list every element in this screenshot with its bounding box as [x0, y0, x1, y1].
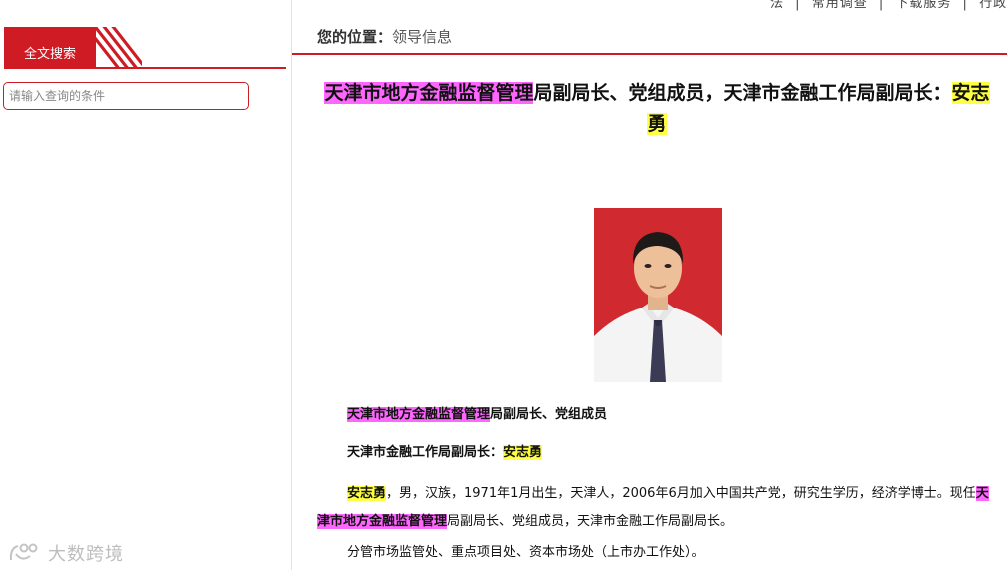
bio-text-2: 局副局长、党组成员，天津市金融工作局副局长。 [447, 514, 734, 529]
bio-paragraph: 安志勇，男，汉族，1971年1月出生，天津人，2006年6月加入中国共产党，研究… [317, 480, 997, 536]
tab-stripes-decoration [79, 27, 142, 67]
breadcrumb: 您的位置：领导信息 [317, 26, 452, 47]
title-text: 局副局长、党组成员，天津市金融工作局副局长： [533, 82, 952, 104]
role1-highlight-org: 天津市地方金融监督管理 [347, 407, 491, 422]
sidebar: 全文搜索 大数跨境 [0, 0, 292, 570]
watermark-logo-icon [9, 543, 38, 561]
article-title: 天津市地方金融监督管理局副局长、党组成员，天津市金融工作局副局长：安志勇 [322, 78, 992, 140]
role1-text: 局副局长、党组成员 [490, 407, 608, 422]
role2-highlight-name: 安志勇 [503, 445, 543, 460]
role-line-2: 天津市金融工作局副局长：安志勇 [347, 443, 543, 463]
fulltext-search-tab[interactable]: 全文搜索 [4, 27, 142, 67]
watermark: 大数跨境 [8, 540, 124, 566]
duties-paragraph: 分管市场监管处、重点项目处、资本市场处（上市办工作处）。 [347, 545, 705, 560]
role-line-1: 天津市地方金融监督管理局副局长、党组成员 [347, 405, 607, 425]
bio-text-1: ，男，汉族，1971年1月出生，天津人，2006年6月加入中国共产党，研究生学历… [386, 486, 976, 501]
watermark-text: 大数跨境 [48, 544, 124, 565]
breadcrumb-label: 您的位置： [317, 28, 393, 46]
search-input[interactable] [3, 82, 249, 110]
role2-text: 天津市金融工作局副局长： [347, 445, 504, 460]
main-content: 您的位置：领导信息 天津市地方金融监督管理局副局长、党组成员，天津市金融工作局副… [292, 0, 1007, 570]
search-tab-underline [4, 67, 286, 69]
fulltext-search-tab-label: 全文搜索 [24, 47, 77, 62]
breadcrumb-divider [292, 53, 1007, 55]
leader-portrait [594, 208, 722, 382]
title-highlight-org: 天津市地方金融监督管理 [324, 82, 534, 104]
bio-highlight-name: 安志勇 [347, 486, 387, 501]
breadcrumb-current[interactable]: 领导信息 [392, 28, 452, 46]
